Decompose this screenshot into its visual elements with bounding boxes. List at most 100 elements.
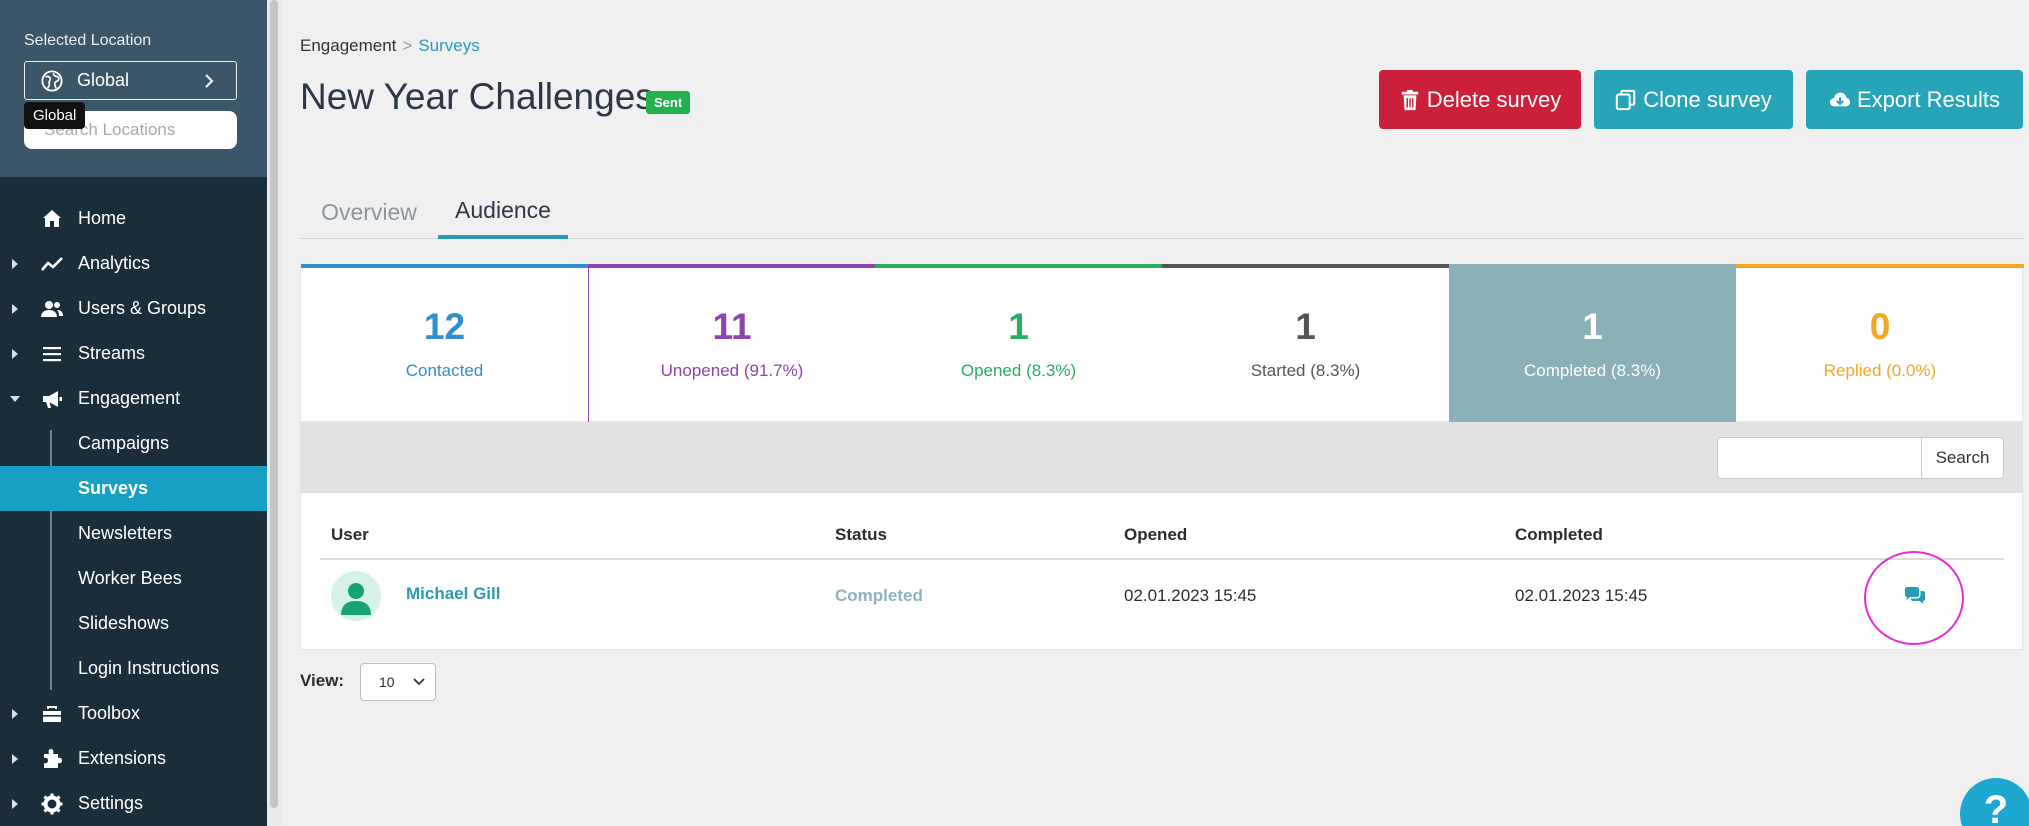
breadcrumb-parent[interactable]: Engagement: [300, 36, 396, 55]
location-selector-panel: Selected Location Global Global: [0, 0, 267, 177]
export-results-button[interactable]: Export Results: [1806, 70, 2023, 129]
breadcrumb-current[interactable]: Surveys: [418, 36, 479, 55]
megaphone-icon: [43, 390, 62, 408]
sidebar-scrollbar-thumb[interactable]: [270, 0, 278, 808]
sidebar-item-extensions[interactable]: Extensions: [0, 736, 267, 781]
sidebar-item-label: Streams: [78, 343, 146, 363]
sidebar-item-analytics[interactable]: Analytics: [0, 241, 267, 286]
status-value: Completed: [835, 586, 923, 605]
caret-down-icon: [10, 395, 20, 402]
toolbox-icon: [43, 705, 61, 722]
export-results-label: Export Results: [1856, 86, 2001, 112]
stat-completed[interactable]: 1 Completed (8.3%): [1449, 264, 1736, 436]
column-header-status[interactable]: Status: [835, 525, 887, 545]
sidebar-item-label: Settings: [78, 793, 144, 813]
help-button[interactable]: ?: [1960, 778, 2029, 826]
view-label: View:: [300, 671, 345, 690]
sidebar-item-newsletters[interactable]: Newsletters: [0, 511, 267, 556]
page-size-select[interactable]: 10: [360, 663, 436, 701]
line-chart-icon: [41, 256, 63, 271]
copy-icon: [1616, 89, 1636, 110]
caret-right-icon: [12, 258, 18, 269]
location-tooltip: Global: [24, 102, 86, 129]
caret-right-icon: [12, 798, 18, 809]
page-title: New Year Challenges: [300, 76, 654, 117]
users-icon: [41, 300, 63, 317]
stat-started[interactable]: 1 Started (8.3%): [1162, 264, 1449, 423]
table-header-divider: [320, 558, 2004, 560]
home-icon: [43, 209, 61, 227]
stat-opened[interactable]: 1 Opened (8.3%): [875, 264, 1162, 423]
sidebar-item-settings[interactable]: Settings: [0, 781, 267, 826]
column-header-user[interactable]: User: [331, 525, 369, 545]
caret-right-icon: [12, 753, 18, 764]
delete-survey-button[interactable]: Delete survey: [1379, 70, 1581, 129]
cloud-download-icon: [1829, 92, 1851, 106]
sidebar-item-label: Slideshows: [78, 613, 170, 633]
sidebar-item-campaigns[interactable]: Campaigns: [0, 421, 267, 466]
caret-right-icon: [12, 348, 18, 359]
completed-value: 02.01.2023 15:45: [1515, 586, 1648, 605]
sidebar-item-label: Surveys: [78, 478, 149, 498]
stat-unopened[interactable]: 11 Unopened (91.7%): [588, 264, 875, 423]
sidebar-item-surveys[interactable]: Surveys: [0, 466, 267, 511]
sidebar-item-toolbox[interactable]: Toolbox: [0, 691, 267, 736]
chevron-right-icon: [205, 74, 214, 88]
audience-table: User Status Opened Completed Michael Gil…: [300, 493, 2023, 650]
sidebar-item-label: Login Instructions: [78, 658, 220, 678]
sidebar-item-worker-bees[interactable]: Worker Bees: [0, 556, 267, 601]
page-size-value: 10: [379, 674, 395, 690]
sidebar-item-label: Toolbox: [78, 703, 141, 723]
sidebar-item-users-groups[interactable]: Users & Groups: [0, 286, 267, 331]
tab-audience[interactable]: Audience: [438, 186, 568, 239]
globe-icon: [41, 69, 63, 92]
stat-label: Replied (0.0%): [1823, 361, 1937, 380]
sidebar-item-label: Users & Groups: [78, 298, 207, 318]
stat-value: 1: [1008, 306, 1029, 347]
sidebar-item-home[interactable]: Home: [0, 196, 267, 241]
sidebar-item-engagement[interactable]: Engagement: [0, 376, 267, 421]
stat-label: Completed (8.3%): [1523, 361, 1661, 380]
stat-contacted[interactable]: 12 Contacted: [301, 264, 588, 423]
tab-bar: Overview Audience: [300, 186, 2023, 239]
clone-survey-button[interactable]: Clone survey: [1594, 70, 1793, 129]
sidebar-item-label: Home: [78, 208, 127, 228]
sidebar-item-label: Extensions: [78, 748, 167, 768]
clone-survey-label: Clone survey: [1643, 86, 1772, 112]
stat-label: Contacted: [405, 361, 484, 380]
status-badge: Sent: [646, 91, 691, 114]
caret-right-icon: [12, 303, 18, 314]
stat-value: 11: [712, 306, 752, 347]
stat-label: Unopened (91.7%): [660, 361, 804, 380]
caret-right-icon: [12, 708, 18, 719]
list-icon: [43, 346, 61, 361]
stat-replied[interactable]: 0 Replied (0.0%): [1736, 264, 2024, 423]
sidebar-item-streams[interactable]: Streams: [0, 331, 267, 376]
sidebar: Selected Location Global Global Home Ana…: [0, 0, 267, 826]
breadcrumb: Engagement > Surveys: [300, 36, 480, 56]
column-header-opened[interactable]: Opened: [1124, 525, 1187, 545]
stat-label: Opened (8.3%): [960, 361, 1077, 380]
user-icon: [341, 583, 371, 615]
location-button[interactable]: Global: [24, 61, 237, 100]
opened-value: 02.01.2023 15:45: [1124, 586, 1257, 605]
trash-icon: [1401, 89, 1418, 110]
avatar: [331, 571, 381, 621]
highlight-ring: [1864, 551, 1964, 645]
search-button[interactable]: Search: [1921, 437, 2004, 479]
sidebar-item-login-instructions[interactable]: Login Instructions: [0, 646, 267, 691]
sidebar-item-label: Analytics: [78, 253, 151, 273]
selected-location-label: Selected Location: [24, 32, 152, 49]
tab-overview[interactable]: Overview: [300, 186, 438, 239]
sidebar-item-slideshows[interactable]: Slideshows: [0, 601, 267, 646]
user-name-link[interactable]: Michael Gill: [406, 584, 500, 604]
column-header-completed[interactable]: Completed: [1515, 525, 1603, 545]
delete-survey-label: Delete survey: [1426, 86, 1562, 112]
stat-value: 1: [1295, 306, 1316, 347]
sidebar-item-label: Newsletters: [78, 523, 173, 543]
stat-value: 1: [1582, 306, 1603, 347]
audience-stats: 12 Contacted 11 Unopened (91.7%) 1 Opene…: [300, 264, 2024, 436]
search-input[interactable]: [1717, 437, 1921, 479]
sidebar-item-label: Engagement: [78, 388, 181, 408]
stat-label: Started (8.3%): [1250, 361, 1361, 380]
